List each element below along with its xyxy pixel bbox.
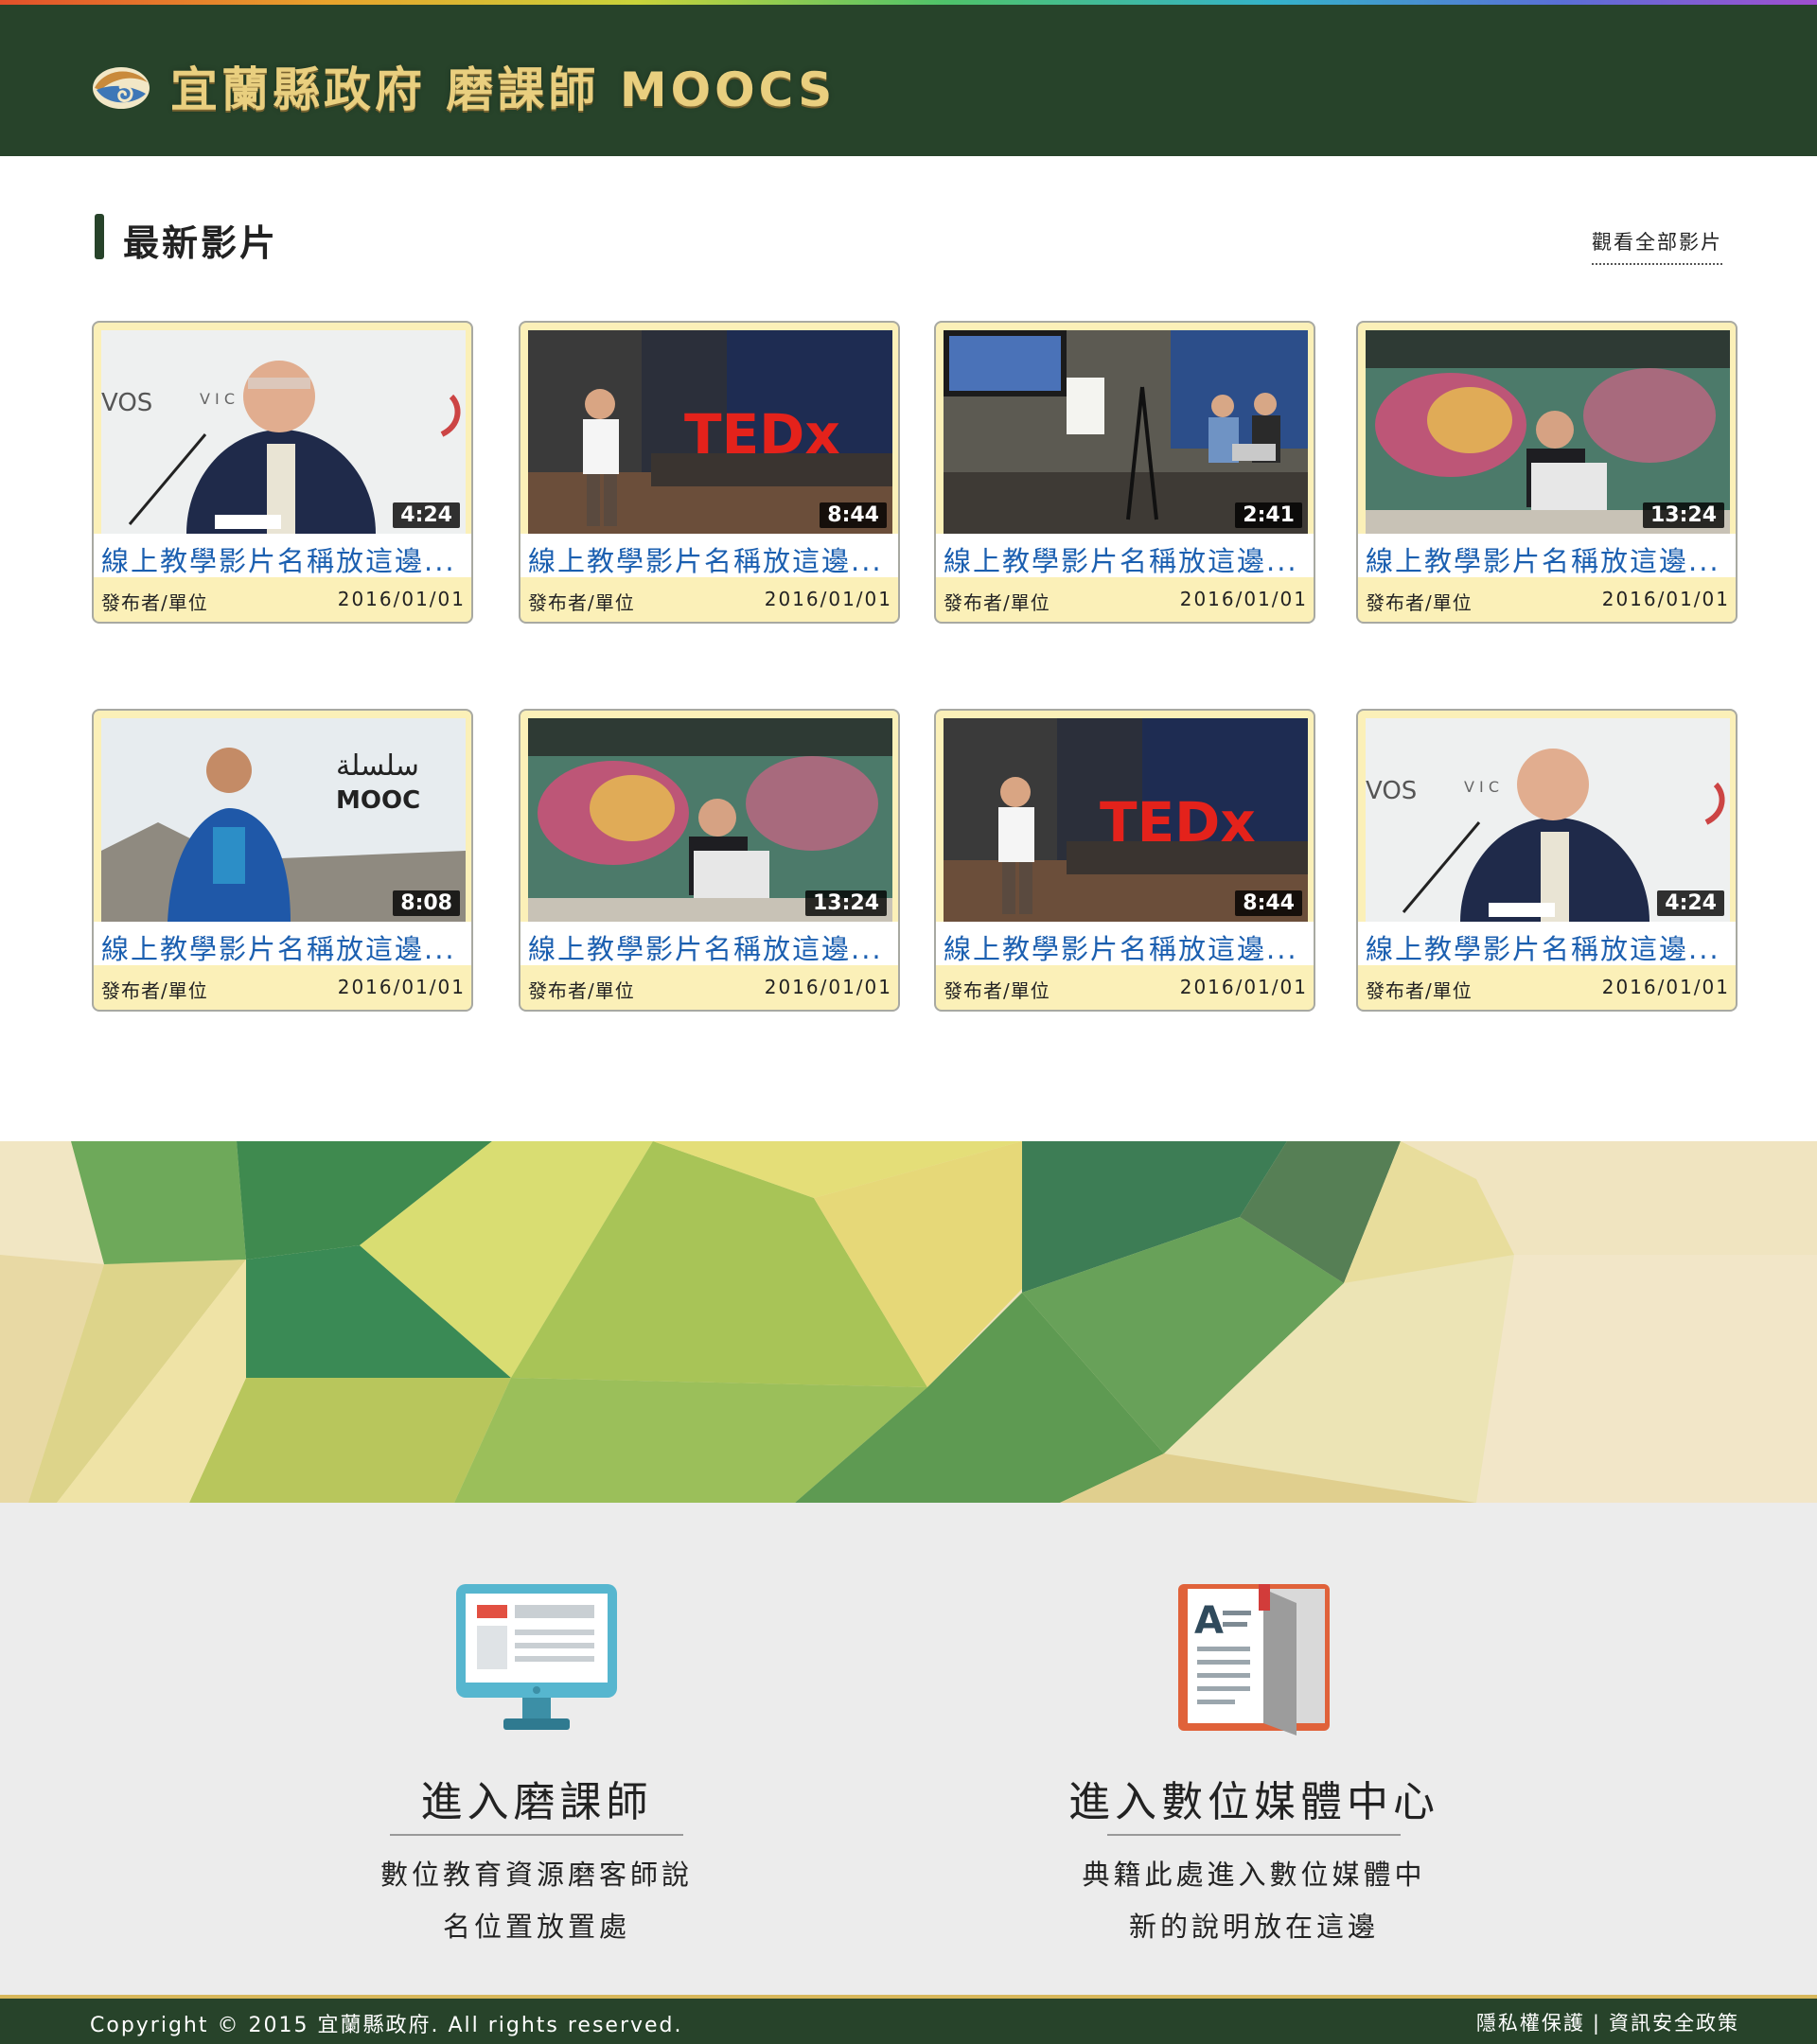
video-thumbnail: VOS V I C 4:24 (101, 330, 466, 534)
video-author: 發布者/單位 (944, 591, 1050, 614)
feature-title: 進入磨課師 (420, 1778, 653, 1826)
video-thumbnail: سلسلة MOOC 8:08 (101, 718, 466, 922)
video-date: 2016/01/01 (1601, 588, 1730, 610)
entry-features: 進入磨課師 數位教育資源磨客師說 名位置放置處 A 進入數位媒體中心 典籍此處進… (0, 1503, 1817, 1995)
footer-separator: | (1592, 2012, 1601, 2035)
video-duration: 8:44 (1235, 890, 1302, 916)
feature-description-line: 數位教育資源磨客師說 (379, 1859, 693, 1891)
video-duration: 2:41 (1235, 502, 1302, 528)
security-policy-link[interactable]: 資訊安全政策 (1609, 2012, 1739, 2035)
video-thumbnail: VOS V I C 4:24 (1366, 718, 1730, 922)
video-meta: 發布者/單位 2016/01/01 (1358, 577, 1736, 622)
video-date: 2016/01/01 (337, 588, 466, 610)
video-author: 發布者/單位 (528, 591, 635, 614)
video-thumbnail: TEDx 8:44 (528, 330, 892, 534)
site-footer: Copyright © 2015 宜蘭縣政府. All rights reser… (0, 1995, 1817, 2044)
svg-text:TEDx: TEDx (1100, 790, 1256, 855)
video-meta: 發布者/單位 2016/01/01 (936, 577, 1314, 622)
video-date: 2016/01/01 (764, 588, 892, 610)
enter-media-center-button[interactable]: A 進入數位媒體中心 典籍此處進入數位媒體中 新的說明放在這邊 (989, 1503, 1519, 1995)
video-author: 發布者/單位 (1366, 591, 1473, 614)
video-title-link[interactable]: 線上教學影片名稱放這邊... (1366, 539, 1735, 579)
video-author: 發布者/單位 (1366, 979, 1473, 1002)
video-title-link[interactable]: 線上教學影片名稱放這邊... (1366, 927, 1735, 967)
video-duration: 8:44 (820, 502, 887, 528)
video-meta: 發布者/單位 2016/01/01 (94, 577, 471, 622)
video-date: 2016/01/01 (337, 976, 466, 998)
feature-description: 數位教育資源磨客師說 名位置放置處 (272, 1849, 802, 1953)
video-card[interactable]: TEDx 8:44 線上教學影片名稱放這邊... 發布者/單位 2016/01/… (934, 709, 1315, 1012)
video-meta: 發布者/單位 2016/01/01 (520, 965, 898, 1010)
yilan-logo-icon (93, 67, 150, 109)
svg-text:VOS: VOS (1366, 777, 1417, 805)
video-duration: 13:24 (1642, 502, 1724, 528)
video-title-link[interactable]: 線上教學影片名稱放這邊... (528, 927, 897, 967)
book-icon: A (1178, 1584, 1330, 1736)
view-all-videos-link[interactable]: 觀看全部影片 (1592, 227, 1722, 265)
svg-text:سلسلة: سلسلة (336, 749, 419, 783)
video-card[interactable]: VOS V I C 4:24 線上教學影片名稱放這邊... 發布者/單位 201… (92, 321, 473, 624)
footer-links: 隱私權保護 | 資訊安全政策 (1476, 2008, 1739, 2036)
video-duration: 4:24 (1657, 890, 1724, 916)
svg-text:A: A (1194, 1599, 1224, 1643)
video-card[interactable]: 13:24 線上教學影片名稱放這邊... 發布者/單位 2016/01/01 (1356, 321, 1738, 624)
site-logo-link[interactable]: 宜蘭縣政府 磨課師 MOOCS (91, 52, 836, 120)
svg-text:VOS: VOS (101, 389, 152, 417)
polygon-banner (0, 1141, 1817, 1503)
latest-videos-header: 最新影片 觀看全部影片 (95, 210, 1738, 267)
feature-description: 典籍此處進入數位媒體中 新的說明放在這邊 (989, 1849, 1519, 1953)
site-title: 宜蘭縣政府 磨課師 MOOCS (170, 62, 837, 117)
video-author: 發布者/單位 (528, 979, 635, 1002)
video-meta: 發布者/單位 2016/01/01 (936, 965, 1314, 1010)
video-card[interactable]: 13:24 線上教學影片名稱放這邊... 發布者/單位 2016/01/01 (519, 709, 900, 1012)
video-meta: 發布者/單位 2016/01/01 (1358, 965, 1736, 1010)
video-date: 2016/01/01 (1179, 588, 1308, 610)
video-duration: 8:08 (393, 890, 460, 916)
video-thumbnail: TEDx 8:44 (944, 718, 1308, 922)
enter-moocs-button[interactable]: 進入磨課師 數位教育資源磨客師說 名位置放置處 (272, 1503, 802, 1995)
video-card[interactable]: TEDx 8:44 線上教學影片名稱放這邊... 發布者/單位 2016/01/… (519, 321, 900, 624)
feature-title: 進入數位媒體中心 (1068, 1778, 1439, 1826)
video-thumbnail: 13:24 (1366, 330, 1730, 534)
site-header: 宜蘭縣政府 磨課師 MOOCS (0, 5, 1817, 156)
low-poly-background-icon (0, 1141, 1817, 1503)
video-date: 2016/01/01 (1179, 976, 1308, 998)
svg-text:V I C: V I C (1464, 778, 1499, 796)
monitor-icon (456, 1584, 617, 1730)
feature-divider (1107, 1834, 1401, 1836)
feature-description-line: 名位置放置處 (442, 1911, 630, 1943)
video-author: 發布者/單位 (101, 979, 208, 1002)
video-title-link[interactable]: 線上教學影片名稱放這邊... (944, 927, 1313, 967)
video-card[interactable]: سلسلة MOOC 8:08 線上教學影片名稱放這邊... 發布者/單位 20… (92, 709, 473, 1012)
video-title-link[interactable]: 線上教學影片名稱放這邊... (101, 927, 470, 967)
video-date: 2016/01/01 (1601, 976, 1730, 998)
video-date: 2016/01/01 (764, 976, 892, 998)
feature-divider (390, 1834, 683, 1836)
video-thumbnail: 13:24 (528, 718, 892, 922)
video-title-link[interactable]: 線上教學影片名稱放這邊... (528, 539, 897, 579)
video-meta: 發布者/單位 2016/01/01 (94, 965, 471, 1010)
video-meta: 發布者/單位 2016/01/01 (520, 577, 898, 622)
privacy-policy-link[interactable]: 隱私權保護 (1476, 2012, 1585, 2035)
video-duration: 4:24 (393, 502, 460, 528)
section-title-bar (95, 214, 104, 259)
video-title-link[interactable]: 線上教學影片名稱放這邊... (944, 539, 1313, 579)
video-title-link[interactable]: 線上教學影片名稱放這邊... (101, 539, 470, 579)
video-author: 發布者/單位 (944, 979, 1050, 1002)
video-card[interactable]: 2:41 線上教學影片名稱放這邊... 發布者/單位 2016/01/01 (934, 321, 1315, 624)
video-duration: 13:24 (804, 890, 887, 916)
svg-text:V I C: V I C (200, 390, 235, 408)
copyright-text: Copyright © 2015 宜蘭縣政府. All rights reser… (90, 2014, 683, 2037)
video-thumbnail: 2:41 (944, 330, 1308, 534)
video-card[interactable]: VOS V I C 4:24 線上教學影片名稱放這邊... 發布者/單位 201… (1356, 709, 1738, 1012)
section-title: 最新影片 (123, 222, 279, 264)
svg-text:TEDx: TEDx (684, 402, 840, 467)
video-author: 發布者/單位 (101, 591, 208, 614)
feature-description-line: 新的說明放在這邊 (1128, 1911, 1379, 1943)
feature-description-line: 典籍此處進入數位媒體中 (1082, 1859, 1426, 1891)
svg-text:MOOC: MOOC (336, 786, 420, 815)
